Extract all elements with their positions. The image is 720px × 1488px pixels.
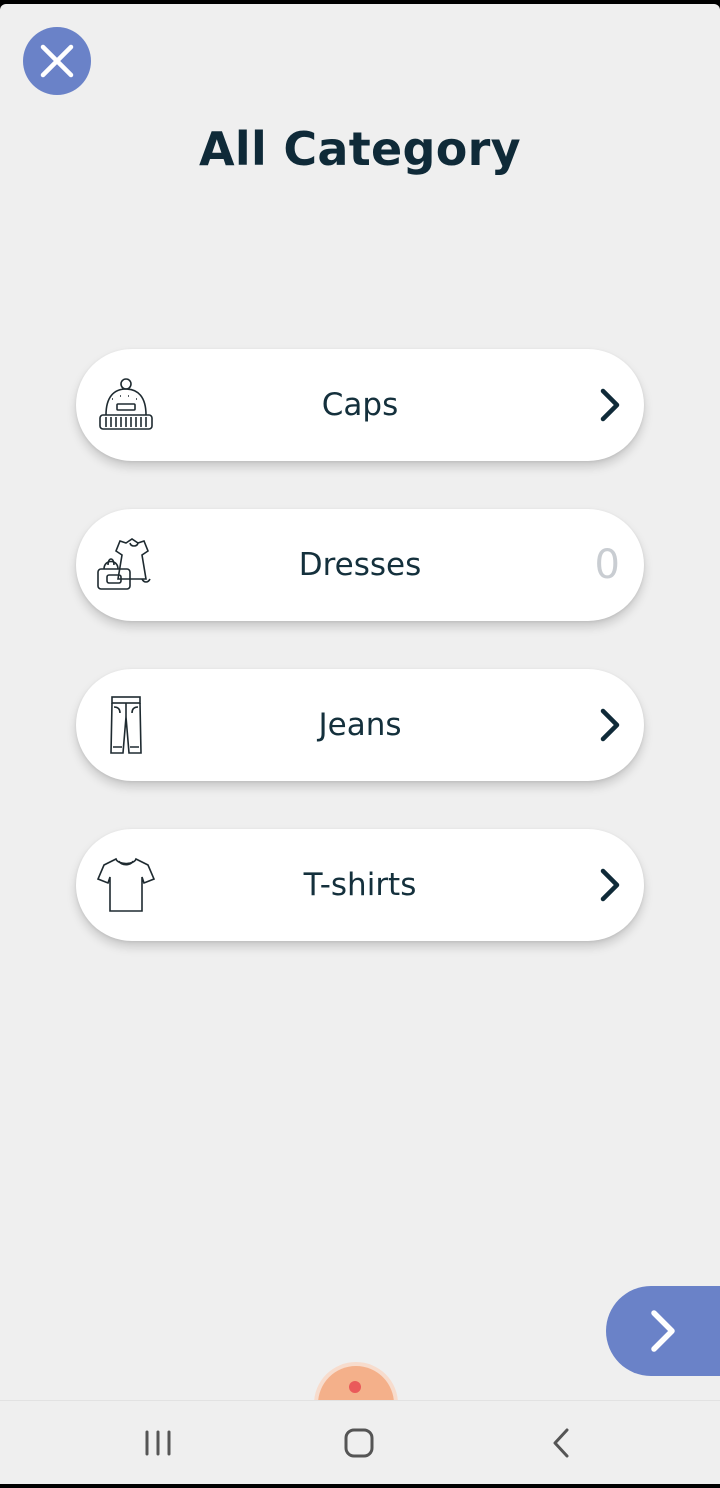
category-label: T-shirts [303,867,417,903]
chevron-right-icon [600,708,620,742]
category-item-tshirts[interactable]: T-shirts [76,829,644,941]
category-item-jeans[interactable]: Jeans [76,669,644,781]
category-item-caps[interactable]: Caps [76,349,644,461]
recents-icon[interactable] [136,1421,180,1465]
home-icon[interactable] [337,1421,381,1465]
category-item-dresses[interactable]: Dresses 0 [76,509,644,621]
close-icon [40,44,74,78]
chevron-right-icon [600,868,620,902]
category-label: Dresses [298,547,422,583]
chevron-right-icon [600,388,620,422]
app-screen: All Category Caps Dresses 0 Jeans T-shir… [0,4,720,1484]
system-navigation-bar [0,1400,720,1484]
page-title: All Category [199,122,521,176]
back-icon[interactable] [540,1421,584,1465]
chevron-right-icon [651,1310,675,1352]
category-list: Caps Dresses 0 Jeans T-shirts [76,349,644,989]
notification-dot [349,1381,361,1393]
category-count: 0 [594,542,620,588]
category-label: Caps [321,387,399,423]
category-label: Jeans [318,707,402,743]
next-button[interactable] [606,1286,720,1376]
close-button[interactable] [23,27,91,95]
